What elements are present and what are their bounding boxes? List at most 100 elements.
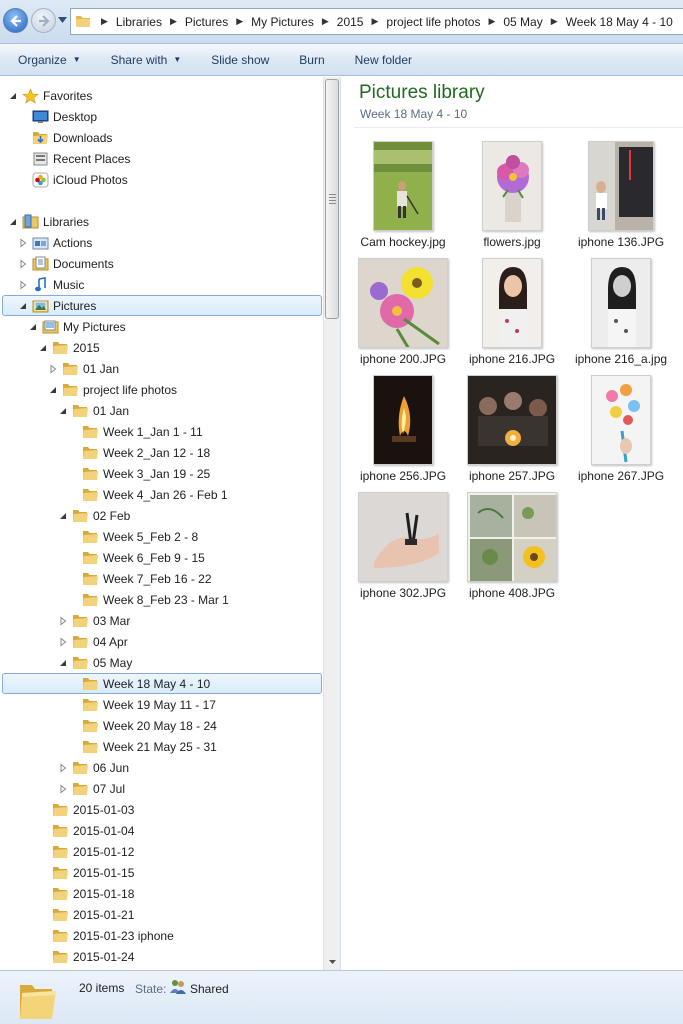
expanded-arrow-icon[interactable]	[18, 301, 28, 311]
nav-tree-item[interactable]: Pictures	[2, 295, 322, 316]
nav-tree-item[interactable]: 2015-01-03	[0, 799, 134, 820]
nav-tree-item[interactable]: project life photos	[0, 379, 177, 400]
nav-tree-item[interactable]: 01 Jan	[0, 400, 129, 421]
file-item[interactable]: iphone 216.JPG	[457, 256, 567, 370]
image-thumbnail[interactable]	[348, 373, 458, 466]
organize-button[interactable]: Organize ▼	[18, 53, 81, 67]
nav-tree-item[interactable]: iCloud Photos	[0, 169, 128, 190]
nav-tree-item[interactable]: Week 20 May 18 - 24	[0, 715, 217, 736]
share-with-button[interactable]: Share with ▼	[111, 53, 182, 67]
nav-tree-item[interactable]: Music	[0, 274, 84, 295]
collapsed-arrow-icon[interactable]	[58, 762, 68, 773]
nav-tree-item[interactable]: Week 8_Feb 23 - Mar 1	[0, 589, 229, 610]
image-thumbnail[interactable]	[566, 139, 676, 232]
breadcrumb-separator-icon[interactable]: ▶	[371, 16, 378, 27]
image-thumbnail[interactable]	[566, 373, 676, 466]
breadcrumb-separator-icon[interactable]: ▶	[170, 16, 177, 27]
breadcrumb-item[interactable]: 05 May	[503, 15, 542, 29]
expanded-arrow-icon[interactable]	[58, 406, 68, 416]
nav-tree-item[interactable]: 04 Apr	[0, 631, 128, 652]
nav-tree-item[interactable]: Week 19 May 11 - 17	[0, 694, 216, 715]
back-button[interactable]	[3, 8, 28, 33]
slide-show-button[interactable]: Slide show	[211, 53, 269, 67]
nav-tree-item[interactable]: Week 7_Feb 16 - 22	[0, 568, 212, 589]
nav-tree-item[interactable]: Actions	[0, 232, 92, 253]
nav-tree-item[interactable]: 2015-01-18	[0, 883, 134, 904]
nav-tree-item[interactable]: Week 6_Feb 9 - 15	[0, 547, 205, 568]
expanded-arrow-icon[interactable]	[8, 217, 18, 227]
nav-tree-item[interactable]: Favorites	[0, 85, 92, 106]
scrollbar-thumb[interactable]	[325, 79, 339, 319]
scroll-down-arrow-icon[interactable]	[324, 953, 341, 970]
image-thumbnail[interactable]	[566, 256, 676, 349]
breadcrumb-separator-icon[interactable]: ▶	[488, 16, 495, 27]
nav-tree-item[interactable]: Week 4_Jan 26 - Feb 1	[0, 484, 228, 505]
expanded-arrow-icon[interactable]	[48, 385, 58, 395]
nav-tree-item[interactable]: Week 3_Jan 19 - 25	[0, 463, 210, 484]
image-thumbnail[interactable]	[348, 256, 458, 349]
breadcrumb-item[interactable]: 2015	[337, 15, 364, 29]
collapsed-arrow-icon[interactable]	[58, 615, 68, 626]
nav-tree-item[interactable]: 05 May	[0, 652, 132, 673]
expanded-arrow-icon[interactable]	[58, 658, 68, 668]
nav-tree-item[interactable]: 06 Jun	[0, 757, 129, 778]
nav-tree-item[interactable]: Week 5_Feb 2 - 8	[0, 526, 198, 547]
expanded-arrow-icon[interactable]	[58, 511, 68, 521]
image-thumbnail[interactable]	[457, 490, 567, 583]
breadcrumb-item[interactable]: Libraries	[116, 15, 162, 29]
file-item[interactable]: iphone 200.JPG	[348, 256, 458, 370]
nav-tree-item[interactable]: 01 Jan	[0, 358, 119, 379]
new-folder-button[interactable]: New folder	[355, 53, 412, 67]
navigation-scrollbar[interactable]	[323, 77, 340, 970]
breadcrumb-separator-icon[interactable]: ▶	[322, 16, 329, 27]
image-thumbnail[interactable]	[457, 139, 567, 232]
image-thumbnail[interactable]	[348, 139, 458, 232]
nav-tree-item[interactable]: Week 1_Jan 1 - 11	[0, 421, 203, 442]
collapsed-arrow-icon[interactable]	[18, 237, 28, 248]
nav-tree-item[interactable]: 07 Jul	[0, 778, 125, 799]
nav-tree-item[interactable]: 2015-01-24	[0, 946, 134, 967]
nav-tree-item[interactable]: 2015-01-04	[0, 820, 134, 841]
breadcrumb-item[interactable]: project life photos	[386, 15, 480, 29]
nav-tree-item[interactable]: 2015-01-15	[0, 862, 134, 883]
breadcrumb-separator-icon[interactable]: ▶	[236, 16, 243, 27]
file-item[interactable]: Cam hockey.jpg	[348, 139, 458, 253]
collapsed-arrow-icon[interactable]	[18, 279, 28, 290]
nav-tree-item[interactable]: 2015	[0, 337, 100, 358]
expanded-arrow-icon[interactable]	[28, 322, 38, 332]
nav-tree-item[interactable]: Week 21 May 25 - 31	[0, 736, 217, 757]
nav-tree-item[interactable]: Desktop	[0, 106, 97, 127]
burn-button[interactable]: Burn	[299, 53, 324, 67]
nav-tree-item[interactable]: 02 Feb	[0, 505, 130, 526]
expanded-arrow-icon[interactable]	[8, 91, 18, 101]
collapsed-arrow-icon[interactable]	[48, 363, 58, 374]
file-item[interactable]: iphone 256.JPG	[348, 373, 458, 487]
file-item[interactable]: iphone 408.JPG	[457, 490, 567, 604]
nav-tree-item[interactable]: Week 18 May 4 - 10	[2, 673, 322, 694]
image-thumbnail[interactable]	[457, 256, 567, 349]
nav-tree-item[interactable]: 2015-01-21	[0, 904, 134, 925]
file-item[interactable]: iphone 302.JPG	[348, 490, 458, 604]
image-thumbnail[interactable]	[348, 490, 458, 583]
file-item[interactable]: iphone 136.JPG	[566, 139, 676, 253]
image-thumbnail[interactable]	[457, 373, 567, 466]
collapsed-arrow-icon[interactable]	[18, 258, 28, 269]
nav-tree-item[interactable]: 03 Mar	[0, 610, 130, 631]
nav-tree-item[interactable]: 2015-01-12	[0, 841, 134, 862]
forward-button[interactable]	[31, 8, 56, 33]
nav-tree-item[interactable]: Week 2_Jan 12 - 18	[0, 442, 210, 463]
breadcrumb-separator-icon[interactable]: ▶	[551, 16, 558, 27]
breadcrumb-item[interactable]: Pictures	[185, 15, 228, 29]
file-item[interactable]: iphone 267.JPG	[566, 373, 676, 487]
file-item[interactable]: flowers.jpg	[457, 139, 567, 253]
nav-tree-item[interactable]: My Pictures	[0, 316, 126, 337]
breadcrumb-item[interactable]: Week 18 May 4 - 10	[566, 15, 673, 29]
collapsed-arrow-icon[interactable]	[58, 636, 68, 647]
nav-tree-item[interactable]: 2015-01-23 iphone	[0, 925, 174, 946]
recent-pages-dropdown[interactable]	[58, 16, 67, 24]
breadcrumb[interactable]: ▶ Libraries ▶ Pictures ▶ My Pictures ▶ 2015 ▶ pro…	[70, 8, 683, 35]
nav-tree-item[interactable]: Documents	[0, 253, 114, 274]
expanded-arrow-icon[interactable]	[38, 343, 48, 353]
breadcrumb-separator-icon[interactable]: ▶	[101, 16, 108, 27]
nav-tree-item[interactable]: Downloads	[0, 127, 112, 148]
